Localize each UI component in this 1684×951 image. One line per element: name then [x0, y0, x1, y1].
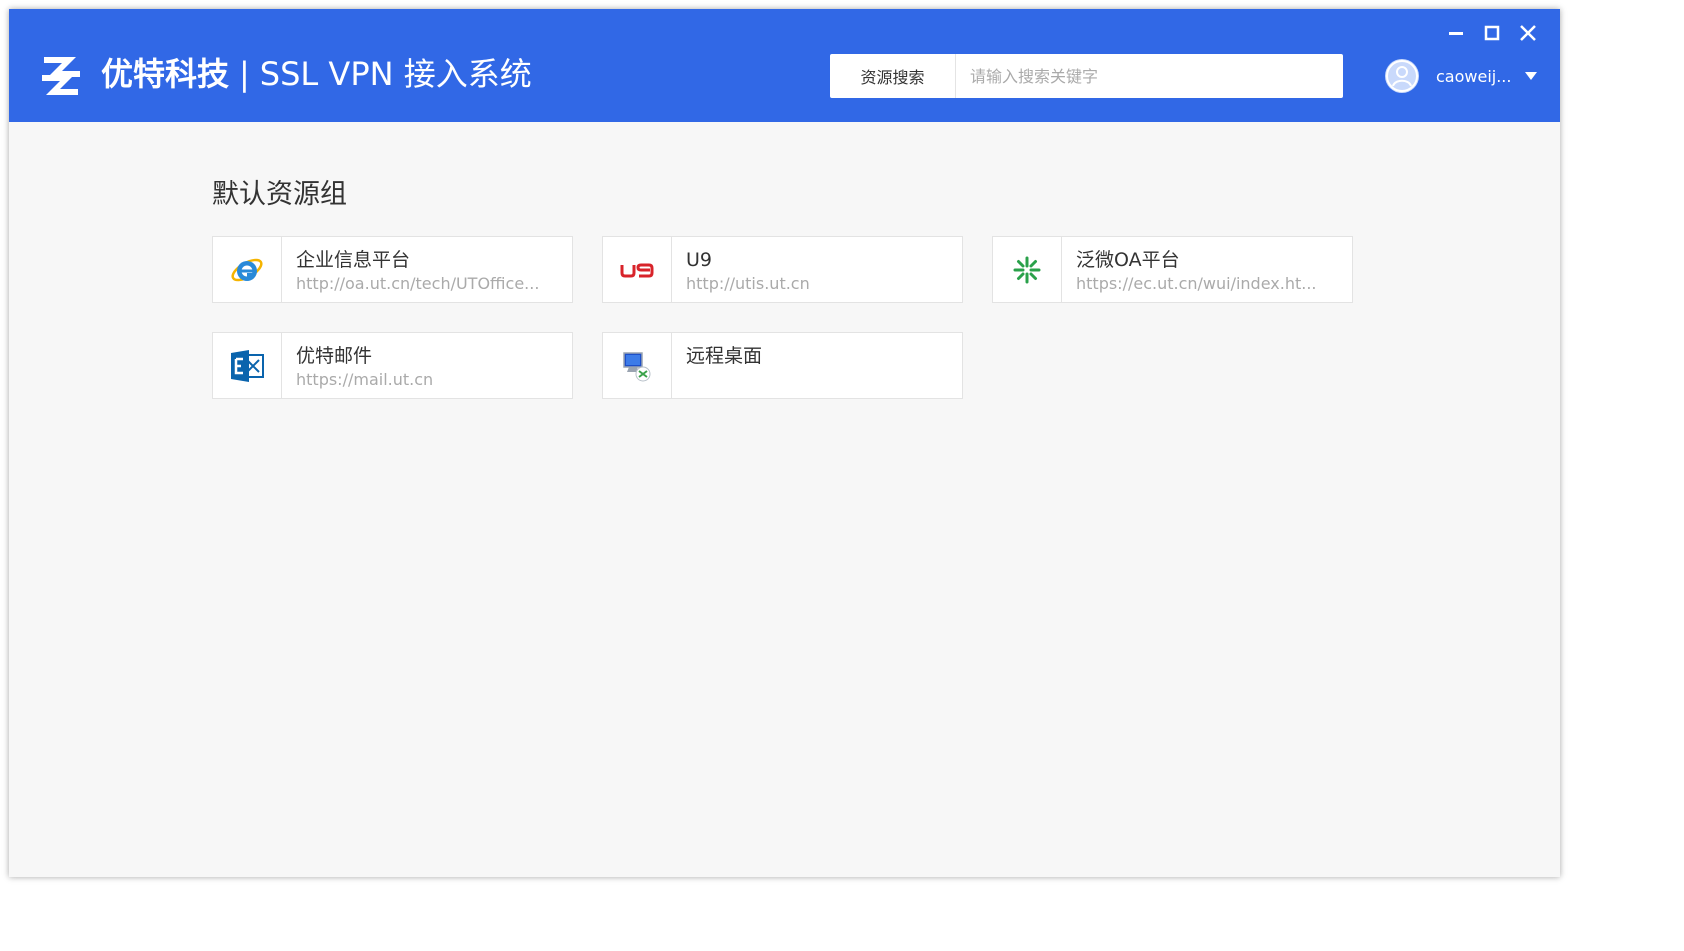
exchange-mail-icon — [231, 349, 264, 382]
search-type-selector[interactable]: 资源搜索 — [830, 54, 956, 98]
header-bar: 优特科技|SSL VPN 接入系统 资源搜索 caoweij... — [9, 9, 1560, 122]
resource-name: U9 — [686, 249, 712, 271]
search-bar: 资源搜索 — [830, 54, 1343, 98]
resource-icon-cell — [213, 237, 282, 302]
search-input[interactable] — [956, 54, 1343, 98]
company-logo-icon — [42, 57, 80, 95]
resource-name: 优特邮件 — [296, 345, 373, 367]
resource-card[interactable]: 优特邮件 https://mail.ut.cn — [212, 332, 573, 399]
weaver-oa-icon — [1013, 256, 1041, 283]
resource-name: 企业信息平台 — [296, 249, 411, 271]
u9-logo-icon — [620, 263, 654, 277]
remote-desktop-icon — [623, 351, 651, 381]
resource-url: http://utis.ut.cn — [686, 274, 810, 293]
resource-icon-cell — [993, 237, 1062, 302]
user-menu[interactable]: caoweij... — [1385, 58, 1538, 94]
resource-url: https://mail.ut.cn — [296, 370, 434, 389]
minimize-icon — [1449, 32, 1463, 35]
resource-icon-cell — [213, 333, 282, 398]
user-avatar-icon — [1385, 59, 1419, 93]
company-name: 优特科技 — [101, 55, 230, 93]
title-separator: | — [239, 55, 250, 93]
close-button[interactable] — [1518, 23, 1538, 43]
resource-card[interactable]: 泛微OA平台 https://ec.ut.cn/wui/index.ht... — [992, 236, 1353, 303]
app-window: 优特科技|SSL VPN 接入系统 资源搜索 caoweij... — [9, 9, 1560, 877]
app-title: 优特科技 | SSL VPN 接入系统 — [101, 54, 532, 94]
chevron-down-icon — [1525, 72, 1538, 80]
resource-icon-cell — [603, 237, 672, 302]
resource-group-title: 默认资源组 — [212, 179, 347, 210]
close-icon — [1520, 25, 1536, 41]
username-label: caoweij... — [1436, 66, 1512, 86]
minimize-button[interactable] — [1446, 23, 1466, 43]
resource-icon-cell — [603, 333, 672, 398]
maximize-button[interactable] — [1482, 23, 1502, 43]
internet-explorer-icon — [231, 258, 263, 281]
resource-url: https://ec.ut.cn/wui/index.ht... — [1076, 274, 1317, 293]
resource-name: 远程桌面 — [686, 345, 763, 367]
resource-name: 泛微OA平台 — [1076, 249, 1180, 271]
maximize-icon — [1484, 25, 1500, 41]
resource-url: http://oa.ut.cn/tech/UTOffice... — [296, 274, 540, 293]
resource-card[interactable]: U9 http://utis.ut.cn — [602, 236, 963, 303]
resource-card[interactable]: 企业信息平台 http://oa.ut.cn/tech/UTOffice... — [212, 236, 573, 303]
system-name: SSL VPN 接入系统 — [259, 55, 532, 93]
resource-card[interactable]: 远程桌面 — [602, 332, 963, 399]
